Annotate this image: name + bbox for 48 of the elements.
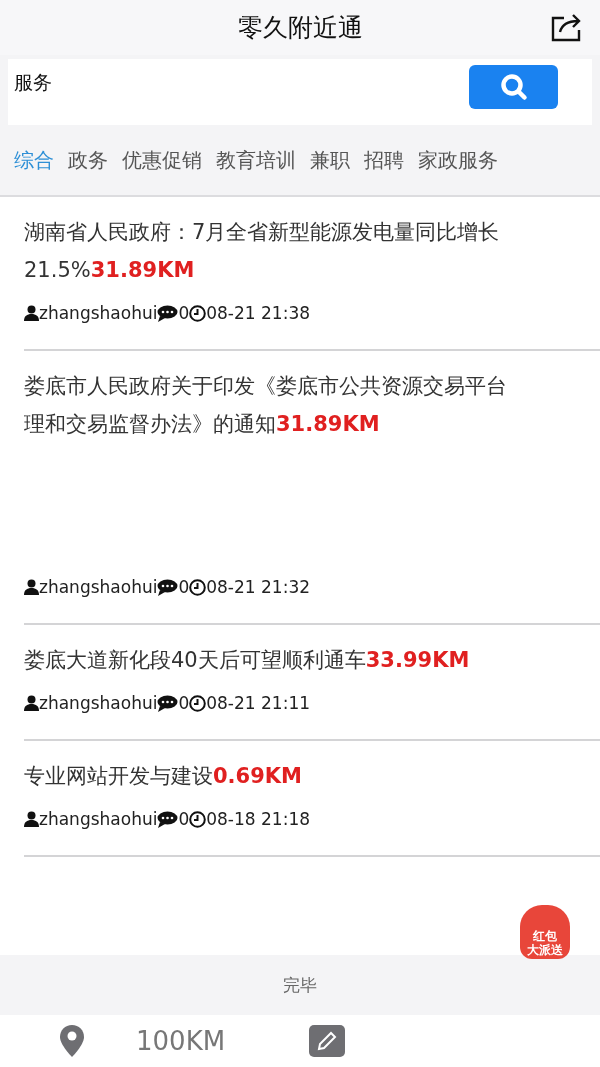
post-title: 娄底市人民政府关于印发《娄底市公共资源交易平台 理和交易监督办法》的通知31.89KM: [24, 373, 508, 438]
clock-icon: [189, 694, 207, 712]
comment-count: 0: [178, 693, 190, 713]
post-title: 娄底大道新化段40天后可望顺利通车33.99KM: [24, 647, 471, 674]
author-name: zhangshaohui: [39, 303, 158, 323]
author-name: zhangshaohui: [39, 577, 158, 597]
post-title: 湖南省人民政府：7月全省新型能源发电量同比增长 21.5%31.89KM: [24, 219, 501, 284]
user-icon: [24, 695, 39, 711]
category-tab[interactable]: 招聘: [364, 146, 404, 174]
comment-count: 0: [178, 303, 190, 323]
comment-count: 0: [178, 809, 190, 829]
user-icon: [24, 579, 39, 595]
author-name: zhangshaohui: [39, 693, 158, 713]
range-value[interactable]: 100KM: [136, 1026, 226, 1056]
comment-icon: [157, 810, 179, 828]
window-title: 零久附近通: [237, 12, 363, 44]
post-time: 08-21 21:38: [206, 303, 311, 323]
category-tab[interactable]: 优惠促销: [122, 146, 202, 174]
category-tab[interactable]: 家政服务: [418, 146, 498, 174]
pencil-icon: [316, 1030, 339, 1052]
comment-icon: [157, 304, 179, 322]
category-tab[interactable]: 兼职: [310, 146, 350, 174]
user-icon: [24, 305, 39, 321]
load-status: 完毕: [283, 973, 317, 997]
post-time: 08-18 21:18: [206, 809, 311, 829]
post-time: 08-21 21:32: [206, 577, 311, 597]
post-card[interactable]: 专业网站开发与建设0.69KM zhangshaohui 0 08-18 21:18: [24, 741, 600, 857]
post-card[interactable]: 娄底市人民政府关于印发《娄底市公共资源交易平台 理和交易监督办法》的通知31.89KM zhangshaohui 0 08-21 21:32: [24, 351, 600, 625]
location-pin-icon[interactable]: [60, 1025, 84, 1057]
post-card[interactable]: 湖南省人民政府：7月全省新型能源发电量同比增长 21.5%31.89KM zhangshaohui 0 08-21 21:38: [24, 197, 600, 351]
search-button[interactable]: [469, 65, 558, 109]
user-icon: [24, 811, 39, 827]
post-title: 专业网站开发与建设0.69KM: [24, 763, 303, 790]
author-name: zhangshaohui: [39, 809, 158, 829]
category-tab[interactable]: 教育培训: [216, 146, 296, 174]
search-icon: [498, 72, 529, 102]
comment-count: 0: [178, 577, 190, 597]
post-time: 08-21 21:11: [206, 693, 311, 713]
post-card[interactable]: 娄底大道新化段40天后可望顺利通车33.99KM zhangshaohui 0 08-21 21:11: [24, 625, 600, 741]
category-tab[interactable]: 政务: [68, 146, 108, 174]
comment-icon: [157, 578, 179, 596]
gift-bag-badge[interactable]: 红包 大派送: [520, 905, 570, 959]
clock-icon: [189, 810, 207, 828]
clock-icon: [189, 304, 207, 322]
search-box[interactable]: 服务: [8, 59, 592, 125]
comment-icon: [157, 694, 179, 712]
edit-button[interactable]: [309, 1025, 346, 1057]
clock-icon: [189, 578, 207, 596]
